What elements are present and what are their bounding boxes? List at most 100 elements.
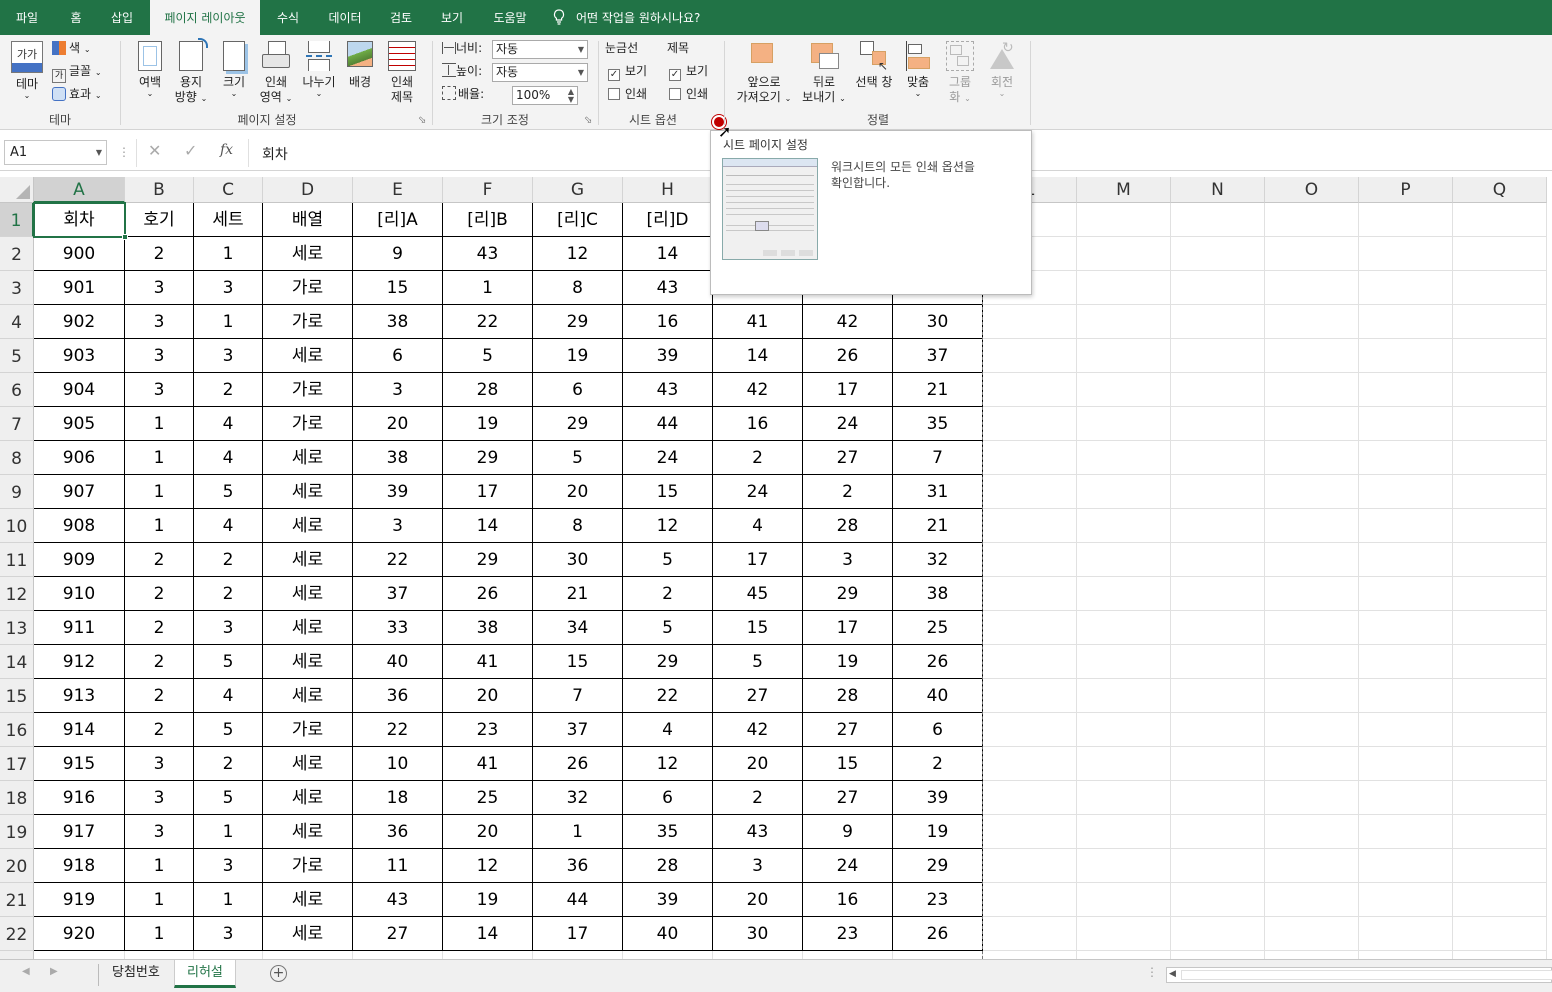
table-cell[interactable]: 918 (34, 849, 125, 883)
table-cell[interactable] (1453, 441, 1547, 475)
table-cell[interactable] (983, 645, 1077, 679)
table-cell[interactable]: 3 (125, 747, 194, 781)
table-cell[interactable] (983, 509, 1077, 543)
table-cell[interactable] (893, 951, 983, 959)
table-cell[interactable] (983, 951, 1077, 959)
column-header-f[interactable]: F (443, 177, 533, 203)
table-cell[interactable]: 20 (533, 475, 623, 509)
table-cell[interactable] (1359, 237, 1453, 271)
theme-fonts-button[interactable]: 가 글꼴 ⌄ (52, 63, 102, 83)
table-cell[interactable]: 43 (443, 237, 533, 271)
table-cell[interactable]: 세로 (263, 883, 353, 917)
table-cell[interactable] (1077, 951, 1171, 959)
table-cell[interactable]: 914 (34, 713, 125, 747)
table-cell[interactable] (623, 951, 713, 959)
table-cell[interactable]: 11 (353, 849, 443, 883)
table-cell[interactable]: 23 (893, 883, 983, 917)
table-cell[interactable] (1359, 917, 1453, 951)
table-cell[interactable]: 28 (623, 849, 713, 883)
table-cell[interactable]: 24 (803, 849, 893, 883)
table-cell[interactable]: 29 (533, 407, 623, 441)
table-cell[interactable]: 24 (803, 407, 893, 441)
add-sheet-icon[interactable]: + (270, 965, 287, 982)
table-cell[interactable] (983, 849, 1077, 883)
table-cell[interactable]: 3 (194, 611, 263, 645)
table-cell[interactable] (983, 543, 1077, 577)
table-cell[interactable]: 33 (353, 611, 443, 645)
table-cell[interactable]: 2 (803, 475, 893, 509)
column-header-b[interactable]: B (125, 177, 194, 203)
table-cell[interactable] (1171, 747, 1265, 781)
width-dropdown[interactable]: 자동 ▼ (492, 40, 588, 59)
table-cell[interactable]: 16 (803, 883, 893, 917)
tab-data[interactable]: 데이터 (318, 0, 372, 35)
header-cell[interactable]: [리]C (533, 203, 623, 237)
column-header-o[interactable]: O (1265, 177, 1359, 203)
table-cell[interactable] (1359, 849, 1453, 883)
table-cell[interactable] (1359, 271, 1453, 305)
table-cell[interactable]: 8 (533, 271, 623, 305)
table-cell[interactable]: 4 (713, 509, 803, 543)
table-cell[interactable]: 43 (623, 271, 713, 305)
table-cell[interactable] (34, 951, 125, 959)
column-header-g[interactable]: G (533, 177, 623, 203)
table-cell[interactable] (983, 713, 1077, 747)
table-cell[interactable]: 25 (893, 611, 983, 645)
table-cell[interactable] (1265, 781, 1359, 815)
table-cell[interactable]: 6 (623, 781, 713, 815)
table-cell[interactable] (1077, 781, 1171, 815)
table-cell[interactable] (983, 305, 1077, 339)
table-cell[interactable] (1265, 373, 1359, 407)
table-cell[interactable]: 42 (713, 713, 803, 747)
table-cell[interactable]: 세로 (263, 917, 353, 951)
table-cell[interactable]: 38 (443, 611, 533, 645)
page-setup-launcher-icon[interactable]: ⬂ (418, 115, 426, 126)
header-cell[interactable]: [리]D (623, 203, 713, 237)
table-cell[interactable]: 20 (443, 815, 533, 849)
table-cell[interactable]: 37 (533, 713, 623, 747)
table-cell[interactable]: 19 (803, 645, 893, 679)
table-cell[interactable]: 906 (34, 441, 125, 475)
table-cell[interactable]: 910 (34, 577, 125, 611)
table-cell[interactable]: 5 (713, 645, 803, 679)
table-cell[interactable]: 17 (713, 543, 803, 577)
table-cell[interactable] (1077, 679, 1171, 713)
table-cell[interactable] (1171, 781, 1265, 815)
table-cell[interactable] (1171, 883, 1265, 917)
table-cell[interactable]: 세로 (263, 441, 353, 475)
table-cell[interactable]: 3 (194, 849, 263, 883)
table-cell[interactable]: 40 (353, 645, 443, 679)
row-header-12[interactable]: 12 (0, 577, 34, 611)
table-cell[interactable]: 4 (194, 679, 263, 713)
row-header-18[interactable]: 18 (0, 781, 34, 815)
formula-input[interactable]: 회차 (262, 144, 288, 164)
table-cell[interactable]: 39 (623, 339, 713, 373)
table-cell[interactable] (1077, 645, 1171, 679)
table-cell[interactable]: 15 (803, 747, 893, 781)
table-cell[interactable]: 19 (443, 883, 533, 917)
table-cell[interactable] (1171, 509, 1265, 543)
theme-effects-button[interactable]: 효과 ⌄ (52, 86, 102, 104)
table-cell[interactable]: 4 (194, 441, 263, 475)
column-header-d[interactable]: D (263, 177, 353, 203)
table-cell[interactable]: 7 (533, 679, 623, 713)
table-cell[interactable]: 911 (34, 611, 125, 645)
table-cell[interactable]: 919 (34, 883, 125, 917)
table-cell[interactable]: 43 (353, 883, 443, 917)
table-cell[interactable] (1265, 679, 1359, 713)
table-cell[interactable]: 35 (623, 815, 713, 849)
table-cell[interactable] (1265, 747, 1359, 781)
table-cell[interactable]: 908 (34, 509, 125, 543)
table-cell[interactable]: 세로 (263, 611, 353, 645)
table-cell[interactable] (1453, 373, 1547, 407)
table-cell[interactable]: 3 (125, 305, 194, 339)
table-cell[interactable] (1077, 883, 1171, 917)
table-cell[interactable]: 3 (194, 271, 263, 305)
row-header-11[interactable]: 11 (0, 543, 34, 577)
table-cell[interactable]: 2 (125, 645, 194, 679)
table-cell[interactable]: 20 (713, 883, 803, 917)
table-cell[interactable] (1359, 951, 1453, 959)
table-cell[interactable] (1171, 373, 1265, 407)
table-cell[interactable] (1171, 271, 1265, 305)
table-cell[interactable] (1265, 577, 1359, 611)
